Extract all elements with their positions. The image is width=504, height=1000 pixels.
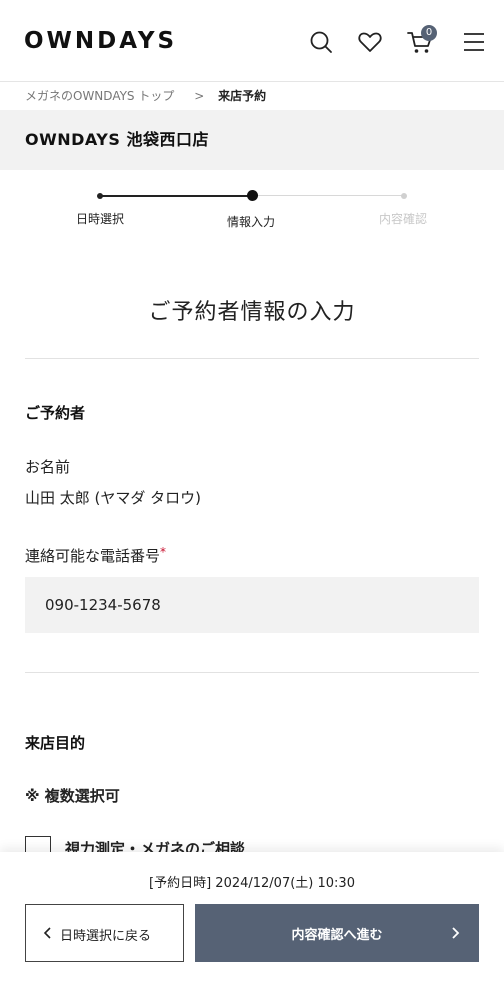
step-dot-upcoming — [401, 193, 407, 199]
phone-input[interactable] — [25, 577, 479, 633]
back-to-date-button[interactable]: 日時選択に戻る — [25, 904, 184, 962]
site-header: OWNDAYS 0 — [0, 0, 504, 82]
required-mark: * — [160, 545, 167, 559]
chevron-left-icon — [40, 924, 56, 942]
reservation-footer: [予約日時] 2024/12/07(土) 10:30 日時選択に戻る 内容確認へ… — [0, 852, 504, 1000]
store-name-bar: OWNDAYS 池袋西口店 — [0, 110, 504, 170]
reserver-heading: ご予約者 — [25, 404, 86, 422]
step-label-info: 情報入力 — [226, 215, 275, 229]
purpose-heading: 来店目的 — [25, 734, 86, 752]
search-icon[interactable] — [307, 28, 335, 56]
divider — [25, 672, 479, 673]
chevron-right-icon — [449, 924, 463, 942]
step-label-confirm: 内容確認 — [378, 212, 427, 226]
page-title: ご予約者情報の入力 — [148, 300, 356, 325]
owndays-logo[interactable]: OWNDAYS — [24, 28, 177, 54]
multi-select-note: ※ 複数選択可 — [25, 787, 120, 805]
step-indicator: 日時選択 情報入力 内容確認 — [0, 180, 504, 240]
back-button-label: 日時選択に戻る — [60, 929, 152, 944]
phone-label-text: 連絡可能な電話番号 — [25, 547, 161, 565]
heart-icon[interactable] — [356, 28, 384, 56]
breadcrumb-home-link[interactable]: メガネのOWNDAYS トップ — [25, 89, 174, 103]
breadcrumb-current: 来店予約 — [218, 89, 267, 103]
divider — [25, 358, 479, 359]
cart-count-badge: 0 — [421, 25, 437, 41]
cart-icon[interactable]: 0 — [406, 25, 437, 56]
step-line-upcoming — [252, 195, 404, 196]
phone-label: 連絡可能な電話番号* — [25, 545, 166, 566]
proceed-to-confirm-button[interactable]: 内容確認へ進む — [195, 904, 479, 962]
name-label: お名前 — [25, 458, 71, 476]
step-dot-current — [247, 190, 258, 201]
step-line-completed — [100, 195, 252, 197]
menu-icon[interactable] — [460, 28, 488, 56]
step-dot-done — [97, 193, 103, 199]
next-button-label: 内容確認へ進む — [291, 928, 383, 943]
step-label-date: 日時選択 — [75, 212, 124, 226]
store-name: OWNDAYS 池袋西口店 — [25, 130, 209, 149]
breadcrumb: メガネのOWNDAYS トップ > 来店予約 — [0, 82, 504, 110]
breadcrumb-separator: > — [194, 89, 205, 103]
reservation-datetime: [予約日時] 2024/12/07(土) 10:30 — [149, 876, 355, 891]
name-value: 山田 太郎 (ヤマダ タロウ) — [25, 489, 202, 507]
